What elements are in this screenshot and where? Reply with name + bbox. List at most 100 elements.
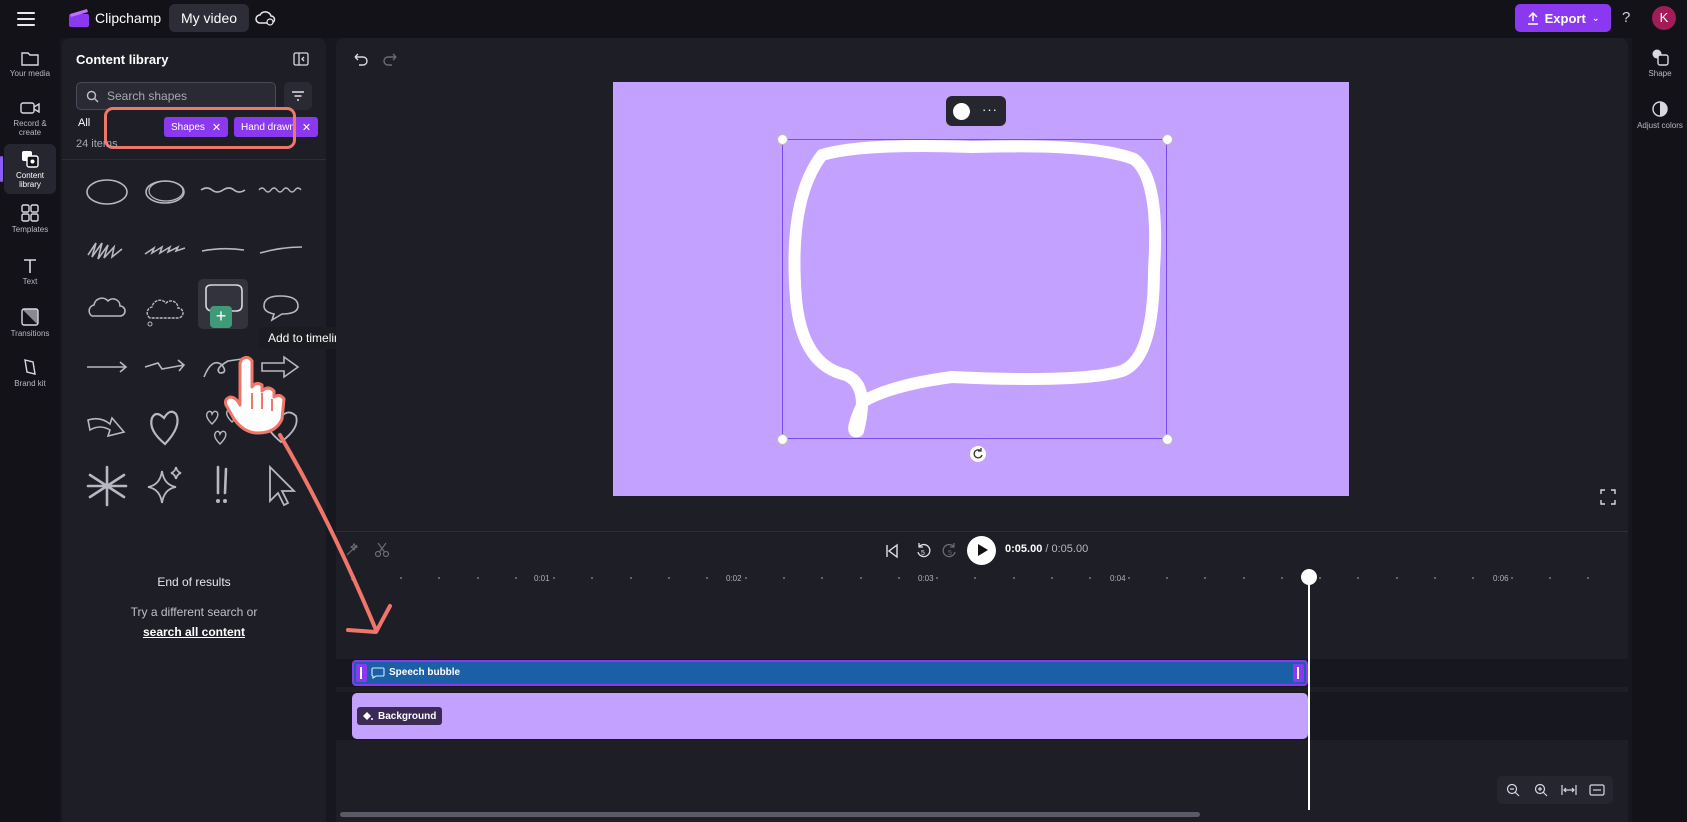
filter-icon: [292, 91, 304, 101]
resize-handle-bottom-right[interactable]: [1162, 434, 1173, 445]
rail-label: Text: [22, 277, 38, 286]
search-icon: [86, 90, 99, 103]
shape-arrow-straight[interactable]: [82, 343, 132, 393]
trim-handle-right[interactable]: [1293, 664, 1304, 682]
zoom-in-icon[interactable]: [1533, 782, 1549, 798]
shape-zigzag-line[interactable]: [256, 168, 306, 218]
rail-item-brand-kit[interactable]: Brand kit: [4, 352, 56, 402]
resize-handle-top-right[interactable]: [1162, 134, 1173, 145]
search-all-content-link[interactable]: search all content: [62, 625, 326, 639]
avatar[interactable]: K: [1652, 6, 1676, 30]
rail-item-adjust-colors[interactable]: Adjust colors: [1636, 92, 1684, 130]
rail-item-record-create[interactable]: Record & create: [4, 94, 56, 144]
ruler-tick: [1051, 577, 1053, 579]
ruler-tick: [898, 577, 900, 579]
rail-item-content-library[interactable]: Content library: [0, 144, 56, 194]
shape-asterisk[interactable]: [82, 461, 132, 511]
cloud-double-icon: [146, 299, 184, 327]
rail-item-text[interactable]: Text: [4, 252, 56, 302]
forward-5-icon[interactable]: 5: [941, 541, 959, 559]
horizontal-scrollbar[interactable]: [340, 812, 1200, 817]
color-swatch[interactable]: [953, 103, 970, 120]
curved-line-icon: [259, 246, 303, 254]
collapse-panel-icon[interactable]: [292, 50, 310, 68]
shape-curved-line[interactable]: [198, 225, 248, 275]
ruler-tick: [668, 577, 670, 579]
rewind-5-icon[interactable]: 5: [914, 541, 932, 559]
selection-box: [782, 139, 1167, 439]
shape-heart-outline[interactable]: [140, 402, 190, 452]
rail-label: Record & create: [13, 119, 47, 137]
shape-arrow-zigzag[interactable]: [140, 343, 190, 393]
zoom-out-icon[interactable]: [1505, 782, 1521, 798]
ruler-label: 0:01: [534, 574, 550, 583]
rail-label: Transitions: [10, 329, 50, 338]
ruler-tick: [936, 577, 938, 579]
play-button[interactable]: [967, 536, 996, 565]
rail-item-transitions[interactable]: Transitions: [4, 302, 56, 352]
help-icon[interactable]: ?: [1622, 9, 1630, 26]
cloud-sync-icon[interactable]: [254, 8, 276, 28]
playhead-handle[interactable]: [1301, 569, 1317, 585]
rail-item-your-media[interactable]: Your media: [4, 44, 56, 94]
trim-handle-left[interactable]: [356, 664, 367, 682]
wavy-line-icon: [200, 187, 246, 193]
more-options-icon[interactable]: ···: [982, 102, 998, 117]
ruler-tick: [1511, 577, 1513, 579]
shape-cloud[interactable]: [82, 284, 132, 334]
shape-oval-outline[interactable]: [82, 168, 132, 218]
resize-handle-bottom-left[interactable]: [777, 434, 788, 445]
menu-icon[interactable]: [14, 8, 38, 28]
search-input[interactable]: [107, 87, 267, 105]
ruler-tick: [1281, 577, 1283, 579]
ruler-tick: [1434, 577, 1436, 579]
undo-icon[interactable]: [351, 50, 369, 68]
clip-speech-bubble[interactable]: Speech bubble: [352, 660, 1308, 686]
chip-all[interactable]: All: [78, 117, 90, 129]
clip-background[interactable]: Background: [352, 693, 1308, 739]
shape-scribble-fill[interactable]: [82, 225, 132, 275]
shape-arrow-curved-outline[interactable]: [82, 402, 132, 452]
ruler-label: 0:03: [918, 574, 934, 583]
clip-label: Speech bubble: [389, 667, 461, 678]
add-to-timeline-button[interactable]: +: [210, 306, 232, 328]
close-icon[interactable]: ✕: [302, 121, 311, 134]
shape-cursor[interactable]: [256, 461, 306, 511]
content-library-icon: [22, 151, 39, 168]
resize-handle-top-left[interactable]: [777, 134, 788, 145]
rotate-icon[interactable]: [970, 446, 986, 462]
top-bar: Clipchamp My video Export ⌄ ? K: [0, 0, 1687, 38]
magic-split-icon[interactable]: [344, 542, 360, 558]
fullscreen-icon[interactable]: [1600, 489, 1616, 505]
filter-button[interactable]: [284, 82, 312, 110]
rail-item-shape[interactable]: Shape: [1636, 40, 1684, 78]
project-title[interactable]: My video: [169, 4, 250, 32]
brand-kit-icon: [24, 359, 36, 375]
shape-icon: [1652, 49, 1669, 66]
ruler-tick: [1128, 577, 1130, 579]
shape-oval-double[interactable]: [140, 168, 190, 218]
shape-exclamation[interactable]: [198, 461, 248, 511]
export-button[interactable]: Export ⌄: [1515, 4, 1611, 32]
ruler-tick: [860, 577, 862, 579]
fit-timeline-icon[interactable]: [1561, 782, 1577, 798]
ruler-tick: [974, 577, 976, 579]
expand-timeline-icon[interactable]: [1589, 782, 1605, 798]
shape-sparkles[interactable]: [140, 461, 190, 511]
arrow-zigzag-icon: [144, 359, 186, 372]
text-icon: [24, 259, 36, 273]
shape-cloud-double[interactable]: [140, 284, 190, 334]
redo-icon[interactable]: [382, 50, 400, 68]
rail-label: Your media: [9, 69, 51, 78]
right-rail: Shape Adjust colors: [1632, 38, 1687, 822]
shape-wavy-line[interactable]: [198, 168, 248, 218]
curved-line-icon: [201, 247, 245, 252]
scissors-icon[interactable]: [374, 542, 390, 558]
rail-item-templates[interactable]: Templates: [4, 198, 56, 248]
shape-scribble-line[interactable]: [140, 225, 190, 275]
ruler-tick: [706, 577, 708, 579]
skip-to-start-icon[interactable]: [884, 543, 900, 559]
ruler-tick: [1166, 577, 1168, 579]
shape-curved-line-2[interactable]: [256, 225, 306, 275]
search-box[interactable]: [76, 82, 276, 110]
